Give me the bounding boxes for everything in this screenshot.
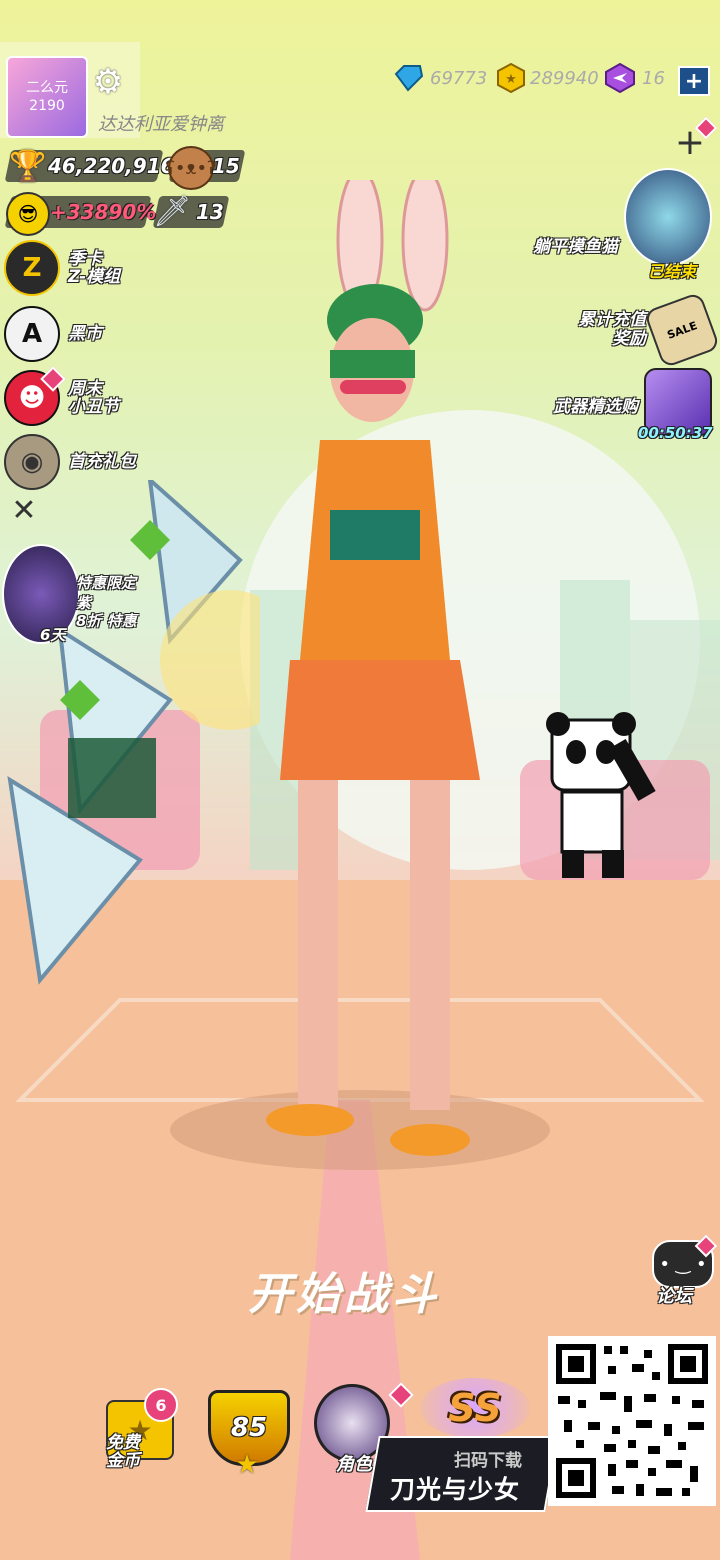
promo-line3: 8折 特惠 [76, 612, 137, 630]
menu-black-market[interactable]: A 黑市 [4, 306, 102, 362]
menu-season-card[interactable]: Z 季卡 Z-模组 [4, 240, 121, 296]
close-icon[interactable]: ✕ [8, 493, 40, 528]
promo-line1: 特惠限定 [76, 574, 137, 592]
star-icon: ★ [235, 1450, 259, 1480]
player-avatar[interactable]: 二么元 2190 [6, 56, 88, 138]
menu-weekend-clown-label: 周末 小丑节 [68, 379, 119, 417]
settings-gear-icon[interactable]: ⚙ [90, 62, 126, 102]
currency-purple[interactable]: 16 [604, 62, 665, 94]
forum-label: 论坛 [656, 1286, 692, 1307]
bag-icon: ◉ [4, 434, 60, 490]
trophy-count: 46,220,916 [48, 154, 175, 178]
qr-pattern-icon [556, 1344, 708, 1498]
purple-gem-icon [605, 63, 635, 93]
event-recharge-reward[interactable]: 累计充值 奖励 SALE [578, 291, 720, 369]
menu-weekend-clown[interactable]: ☻ 周末 小丑节 [4, 366, 119, 426]
notification-badge [388, 1382, 414, 1408]
diamonds-count: 69773 [430, 67, 488, 89]
forum-button[interactable]: • ‿ • 论坛 [652, 1234, 718, 1307]
currency-diamonds[interactable]: 69773 [392, 62, 487, 94]
sword-icon: 🗡 [152, 193, 192, 229]
download-line2: 刀光与少女 [390, 1475, 521, 1504]
panda-companion[interactable] [540, 700, 660, 880]
event-weapon-shop-label: 武器精选购 [553, 396, 638, 417]
spade-ace-icon: A [4, 306, 60, 362]
cat-character-icon [624, 168, 712, 266]
event-ended-badge: 已结束 [648, 262, 697, 281]
qr-code[interactable] [548, 1336, 716, 1506]
bear-icon: ʕ•ᴥ•ʔ [166, 146, 216, 190]
trophy-icon: 🏆 [9, 148, 47, 184]
promo-days: 6天 [40, 626, 66, 644]
download-line1: 扫码下载 [454, 1451, 522, 1471]
event-weapon-shop[interactable]: 武器精选购 00:50:37 [553, 368, 713, 442]
free-coins-badge: 6 [144, 1388, 178, 1422]
boost-value: +33890% [50, 200, 157, 224]
weapon-shop-timer: 00:50:37 [638, 424, 713, 442]
event-recharge-label: 累计充值 奖励 [578, 310, 646, 349]
svg-text:★: ★ [505, 72, 517, 87]
level-button[interactable]: 85 ★ [208, 1390, 290, 1480]
character-label: 角色 [336, 1454, 372, 1475]
sale-tag-icon: SALE [643, 291, 720, 369]
event-lazy-cat[interactable]: 躺平摸鱼猫 已结束 [533, 168, 712, 281]
currency-gold[interactable]: ★ 289940 [496, 62, 599, 94]
gold-coin-icon: ★ [497, 63, 525, 93]
gold-count: 289940 [530, 67, 599, 89]
rank-label: SS [448, 1386, 502, 1430]
weapon-count: 13 [196, 200, 224, 224]
level-value: 85 [230, 1413, 268, 1443]
start-battle-button[interactable]: 开始战斗 [248, 1258, 440, 1322]
menu-season-card-label: 季卡 Z-模组 [68, 249, 121, 287]
free-coins-button[interactable]: ★ 6 免费 金币 [100, 1388, 180, 1478]
bear-count: 15 [212, 154, 240, 178]
diamond-icon [394, 65, 424, 92]
purple-count: 16 [642, 67, 665, 89]
z-mod-icon: Z [4, 240, 60, 296]
boost-face-icon: 😎 [6, 192, 50, 236]
player-name: 达达利亚爱钟离 [98, 114, 224, 135]
event-lazy-cat-label: 躺平摸鱼猫 [533, 236, 618, 257]
menu-black-market-label: 黑市 [68, 324, 102, 344]
rank-button[interactable]: SS [420, 1378, 530, 1438]
menu-first-recharge-label: 首充礼包 [68, 452, 136, 472]
free-coins-label: 免费 金币 [106, 1433, 140, 1471]
rank-glow: SS [420, 1378, 530, 1438]
menu-first-recharge[interactable]: ◉ 首充礼包 [4, 434, 136, 490]
add-currency-button[interactable]: + [678, 66, 710, 96]
